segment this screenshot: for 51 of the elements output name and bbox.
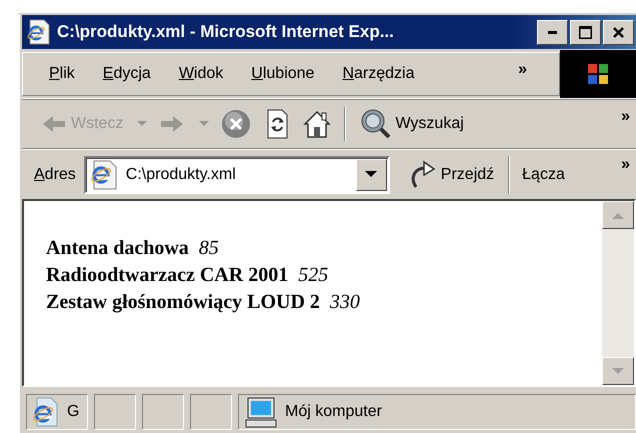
left-arrow-icon — [41, 113, 67, 135]
right-arrow-icon — [159, 113, 186, 135]
window-title: C:\produkty.xml - Microsoft Internet Exp... — [57, 22, 395, 42]
zone-label: Mój komputer — [285, 402, 382, 420]
product-price: 85 — [198, 236, 219, 261]
search-icon — [359, 108, 392, 140]
page-icon — [27, 19, 51, 45]
caret-icon — [137, 121, 148, 127]
menu-item[interactable]: Widok — [172, 62, 230, 84]
menu-item[interactable]: Ulubione — [245, 62, 320, 84]
minimize-icon — [548, 30, 557, 34]
maximize-button[interactable] — [570, 20, 601, 44]
computer-icon — [245, 396, 277, 428]
stop-icon — [221, 109, 252, 139]
down-arrow-icon — [612, 368, 624, 374]
scroll-down-button[interactable] — [602, 357, 634, 385]
product-price: 330 — [330, 290, 360, 315]
home-icon — [303, 110, 332, 138]
page-icon — [31, 396, 59, 426]
status-pane — [94, 394, 136, 430]
status-pane — [190, 394, 232, 430]
search-button[interactable]: Wyszukaj — [356, 106, 467, 142]
chevron[interactable]: » — [518, 60, 527, 78]
go-button[interactable]: Przejdź — [408, 160, 494, 190]
menu-item[interactable]: Plik — [43, 62, 81, 84]
caret-icon — [365, 171, 378, 178]
links-label[interactable]: Łącza — [522, 166, 565, 184]
chevron[interactable]: » — [621, 156, 630, 174]
product-price: 525 — [298, 263, 328, 288]
status-text: G — [67, 402, 80, 420]
close-button[interactable] — [603, 20, 634, 44]
maximize-icon — [579, 26, 592, 38]
product-name: Radioodtwarzacz CAR 2001 — [46, 263, 288, 288]
page-icon — [90, 160, 118, 190]
status-pane — [142, 394, 184, 430]
menu-item[interactable]: Edycja — [96, 62, 157, 84]
windows-logo-icon — [586, 62, 610, 86]
chevron[interactable]: » — [621, 108, 630, 126]
product-name: Antena dachowa — [46, 236, 189, 261]
product-name: Zestaw głośnomówiący LOUD 2 — [46, 290, 320, 315]
dropdown-button[interactable] — [356, 158, 387, 190]
scrollbar[interactable] — [602, 201, 634, 385]
address-label: Adres — [34, 166, 76, 184]
caret-icon — [199, 121, 210, 127]
refresh-icon — [265, 109, 290, 139]
minimize-button[interactable] — [537, 20, 568, 44]
up-arrow-icon — [612, 212, 624, 218]
menu-item[interactable]: Narzędzia — [336, 62, 420, 84]
close-icon — [613, 26, 624, 38]
scroll-up-button[interactable] — [602, 201, 634, 229]
address-field[interactable]: C:\produkty.xml — [84, 156, 390, 194]
